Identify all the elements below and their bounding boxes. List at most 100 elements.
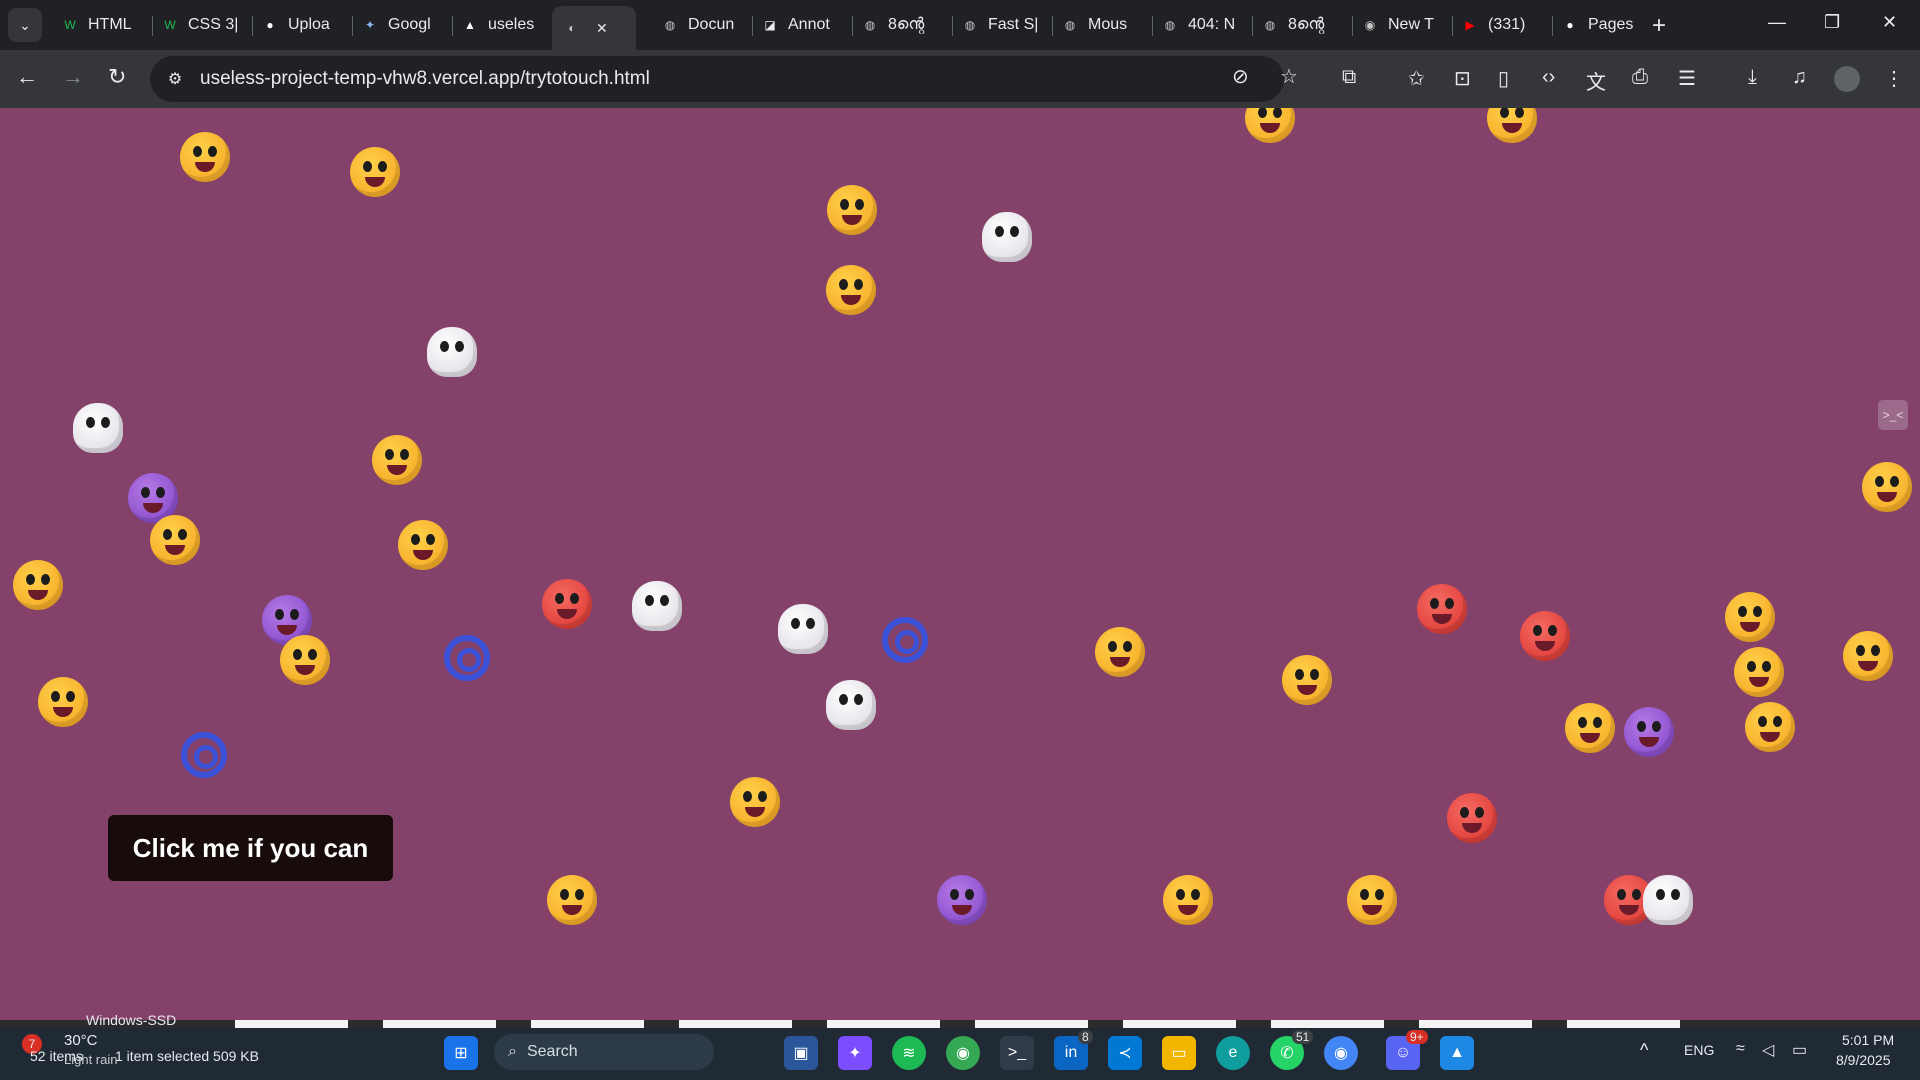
tray-overflow-icon[interactable]: ^ <box>1640 1040 1648 1061</box>
gemini-icon: ✦ <box>364 18 376 32</box>
copilot-icon[interactable]: ✦ <box>838 1036 872 1070</box>
tab-active[interactable]: ◐ ✕ <box>552 6 636 50</box>
media-control-icon[interactable]: ♫ <box>1792 66 1807 89</box>
spotify-icon[interactable]: ≋ <box>892 1036 926 1070</box>
windows-start-icon[interactable]: ⊞ <box>444 1036 478 1070</box>
emoji-mouth <box>277 625 297 635</box>
bookmark-star-icon[interactable]: ☆ <box>1280 64 1298 89</box>
emoji-eye <box>950 889 959 900</box>
emoji-eye <box>1617 889 1626 900</box>
restore-icon[interactable]: ❐ <box>1824 12 1840 33</box>
chrome-profile-icon[interactable]: ◉ <box>1324 1036 1358 1070</box>
tab[interactable]: ◍ Fast S| <box>960 8 1048 42</box>
favorites-icon[interactable]: ✩ <box>1408 66 1425 91</box>
emoji-mouth <box>143 503 163 513</box>
tab-label: 8ന്റെ <box>888 16 925 33</box>
tab[interactable]: ◍ 404: N <box>1160 8 1248 42</box>
close-tab-icon[interactable]: ✕ <box>596 20 608 37</box>
tab[interactable]: ◍ Docun <box>660 8 748 42</box>
wifi-icon[interactable]: ≈ <box>1736 1040 1745 1058</box>
emoji-eye <box>1738 606 1747 617</box>
minimize-icon[interactable]: — <box>1768 12 1786 33</box>
edge-icon[interactable]: e <box>1216 1036 1250 1070</box>
weather-temp[interactable]: 30°C <box>64 1032 98 1049</box>
back-icon[interactable]: ← <box>16 64 38 90</box>
tab[interactable]: ◍ Mous <box>1060 8 1148 42</box>
emoji-mouth <box>1260 123 1280 133</box>
yellow-emoji-icon <box>1163 875 1213 925</box>
vscode-icon[interactable]: ≺ <box>1108 1036 1142 1070</box>
yellow-emoji-icon <box>1245 108 1295 143</box>
emoji-eye <box>66 691 75 702</box>
screenshot-icon[interactable]: ⊡ <box>1454 66 1471 91</box>
camera-blocked-icon[interactable]: ⊘ <box>1232 64 1249 89</box>
store-icon[interactable]: ▣ <box>784 1036 818 1070</box>
translate-icon[interactable]: 文 <box>1586 66 1606 95</box>
tab[interactable]: W CSS 3| <box>160 8 248 42</box>
forward-icon[interactable]: → <box>62 64 84 90</box>
language-indicator[interactable]: ENG <box>1684 1042 1714 1058</box>
tab[interactable]: ● Uploa <box>260 8 348 42</box>
tab[interactable]: ◍ 8ന്റെ <box>1260 8 1348 42</box>
skull-emoji-icon <box>826 680 876 730</box>
tab-search-button[interactable]: ⌄ <box>8 8 42 42</box>
tab-label: Googl <box>388 16 431 33</box>
tab-label: (331) <box>1488 16 1526 33</box>
reading-list-icon[interactable]: ☰ <box>1678 66 1696 91</box>
emoji-eye <box>758 791 767 802</box>
clock-date[interactable]: 8/9/2025 <box>1836 1052 1891 1068</box>
tab-separator <box>452 16 453 36</box>
file-explorer-icon[interactable]: ▭ <box>1162 1036 1196 1070</box>
skull-emoji-icon <box>632 581 682 631</box>
extensions-icon[interactable]: ⧉ <box>1342 66 1356 89</box>
emoji-eye <box>308 649 317 660</box>
tab[interactable]: W HTML <box>60 8 148 42</box>
chrome-icon[interactable]: ◉ <box>946 1036 980 1070</box>
reading-mode-icon[interactable]: ▯ <box>1498 66 1509 91</box>
search-icon: ⌕ <box>508 1043 517 1060</box>
tab-label: Uploa <box>288 16 330 33</box>
volume-icon[interactable]: ◁ <box>1762 1040 1774 1060</box>
tab[interactable]: ✦ Googl <box>360 8 448 42</box>
side-panel-tab[interactable]: >_< <box>1878 400 1908 430</box>
tab-label: 404: N <box>1188 16 1236 33</box>
site-info-icon[interactable]: ⚙ <box>164 68 186 90</box>
emoji-eye <box>363 161 372 172</box>
annot-icon: ◪ <box>764 18 776 32</box>
emoji-eye <box>378 161 387 172</box>
tab-separator <box>252 16 253 36</box>
address-bar[interactable]: ⚙ useless-project-temp-vhw8.vercel.app/t… <box>150 56 1284 102</box>
click-me-button[interactable]: Click me if you can <box>108 815 393 881</box>
taskbar-search[interactable]: ⌕ Search <box>494 1034 714 1070</box>
profile-avatar[interactable] <box>1834 66 1860 92</box>
selection-info: 1 item selected 509 KB <box>115 1048 259 1064</box>
clock-time[interactable]: 5:01 PM <box>1842 1032 1894 1048</box>
tab[interactable]: ◉ New T <box>1360 8 1448 42</box>
emoji-eye <box>1258 108 1267 118</box>
code-icon[interactable]: ‹› <box>1542 66 1555 89</box>
reload-icon[interactable]: ↻ <box>108 64 126 90</box>
photos-icon[interactable]: ▲ <box>1440 1036 1474 1070</box>
emoji-eye <box>86 417 95 428</box>
menu-icon[interactable]: ⋮ <box>1884 66 1904 91</box>
emoji-eye <box>660 595 669 606</box>
new-tab-button[interactable]: + <box>1652 12 1666 40</box>
tab-label: Pages <box>1588 16 1634 33</box>
print-icon[interactable]: ⎙ <box>1632 66 1648 89</box>
emoji-mouth <box>1462 823 1482 833</box>
emoji-eye <box>1578 717 1587 728</box>
tab[interactable]: ● Pages <box>1560 8 1648 42</box>
close-window-icon[interactable]: ✕ <box>1882 12 1897 33</box>
emoji-eye <box>806 618 815 629</box>
terminal-icon[interactable]: >_ <box>1000 1036 1034 1070</box>
tab[interactable]: ▶ (331) <box>1460 8 1548 42</box>
tab[interactable]: ◪ Annot <box>760 8 848 42</box>
emoji-eye <box>995 226 1004 237</box>
globe-icon: ◍ <box>964 18 976 32</box>
tab[interactable]: ▲ useles <box>460 8 548 42</box>
tab[interactable]: ◍ 8ന്റെ <box>860 8 948 42</box>
download-icon[interactable]: ⤓ <box>1748 66 1757 89</box>
emoji-eye <box>839 279 848 290</box>
battery-icon[interactable]: ▭ <box>1792 1040 1807 1060</box>
purple-emoji-icon <box>1624 707 1674 757</box>
